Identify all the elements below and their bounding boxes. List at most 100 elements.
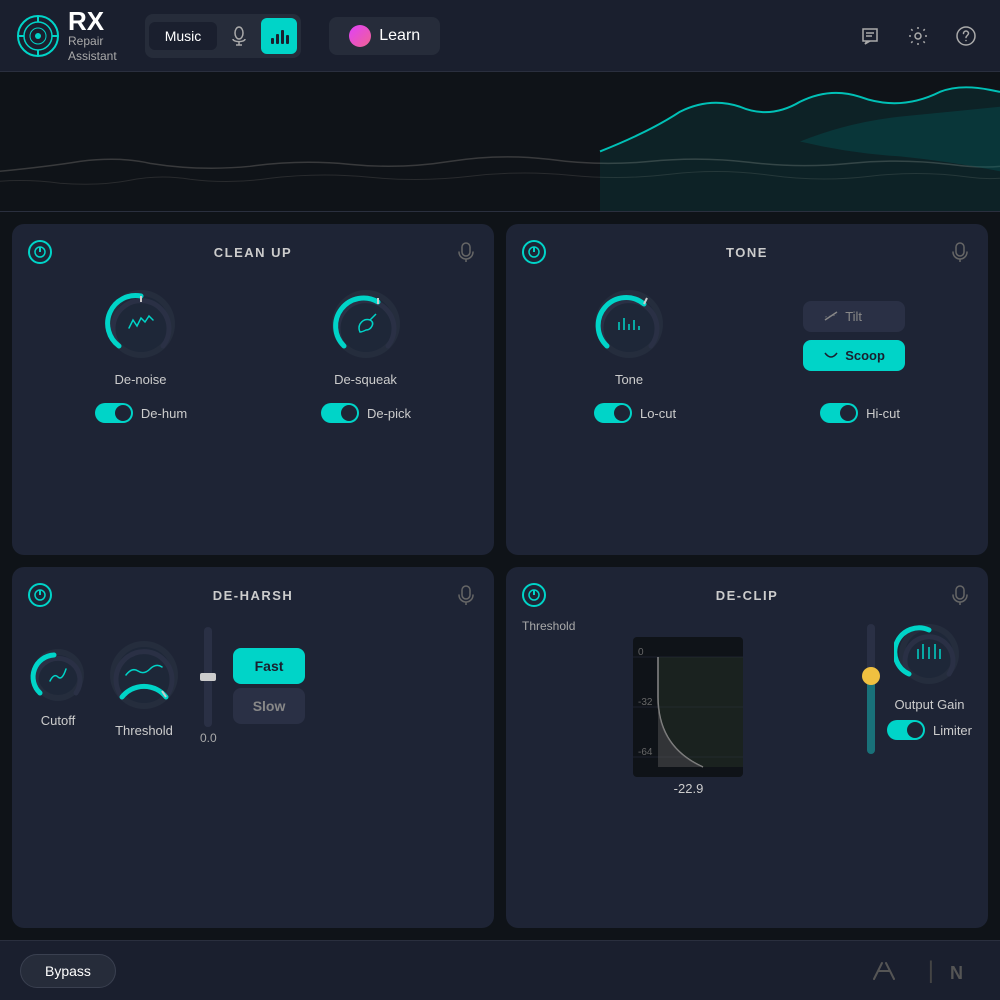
declip-graph: 0 -32 -64 bbox=[633, 637, 743, 777]
dehum-label: De-hum bbox=[141, 406, 187, 421]
tone-knob[interactable] bbox=[589, 284, 669, 364]
svg-text:-64: -64 bbox=[638, 747, 653, 758]
deharsh-value: 0.0 bbox=[200, 731, 217, 745]
deharsh-slider-track bbox=[204, 627, 212, 727]
tone-toggles: Lo-cut Hi-cut bbox=[522, 403, 972, 423]
declip-threshold-value: -22.9 bbox=[674, 781, 704, 796]
cutoff-knob[interactable] bbox=[28, 645, 88, 705]
tone-power-button[interactable] bbox=[522, 240, 546, 264]
deharsh-slider-fill bbox=[204, 677, 212, 727]
tone-panel: TONE bbox=[506, 224, 988, 555]
cleanup-listen-button[interactable] bbox=[454, 240, 478, 264]
tone-header: TONE bbox=[522, 240, 972, 264]
declip-slider-handle[interactable] bbox=[862, 667, 880, 685]
svg-text:N: N bbox=[950, 963, 963, 983]
tone-knob-label: Tone bbox=[615, 372, 643, 387]
scoop-label: Scoop bbox=[845, 348, 885, 363]
learn-button[interactable]: Learn bbox=[329, 17, 440, 55]
declip-panel: DE-CLIP Threshold bbox=[506, 567, 988, 928]
declip-slider-track bbox=[867, 624, 875, 754]
denoise-knob[interactable] bbox=[101, 284, 181, 364]
learn-label: Learn bbox=[379, 27, 420, 45]
help-button[interactable] bbox=[948, 18, 984, 54]
deharsh-slider-area: 0.0 bbox=[200, 627, 217, 745]
footer-divider: | bbox=[928, 957, 934, 985]
deharsh-panel: DE-HARSH bbox=[12, 567, 494, 928]
desqueak-knob[interactable] bbox=[326, 284, 406, 364]
tone-listen-button[interactable] bbox=[948, 240, 972, 264]
cleanup-knobs: De-noise De-squeak bbox=[28, 276, 478, 395]
vocal-mode-button[interactable] bbox=[221, 18, 257, 54]
stem-mode-button[interactable] bbox=[261, 18, 297, 54]
learn-dot-icon bbox=[349, 25, 371, 47]
waveform-svg bbox=[0, 72, 1000, 211]
denoise-knob-container: De-noise bbox=[101, 284, 181, 387]
locut-label: Lo-cut bbox=[640, 406, 676, 421]
fast-button[interactable]: Fast bbox=[233, 648, 306, 684]
cleanup-header: CLEAN UP bbox=[28, 240, 478, 264]
deharsh-header: DE-HARSH bbox=[28, 583, 478, 607]
output-gain-label: Output Gain bbox=[894, 697, 964, 712]
izotope-logo-icon bbox=[872, 959, 912, 983]
cleanup-title: CLEAN UP bbox=[52, 245, 454, 260]
desqueak-label: De-squeak bbox=[334, 372, 397, 387]
svg-text:0: 0 bbox=[638, 647, 644, 658]
tone-knob-container: Tone bbox=[589, 284, 669, 387]
declip-graph-svg: 0 -32 -64 bbox=[633, 637, 743, 777]
tone-title: TONE bbox=[546, 245, 948, 260]
chat-button[interactable] bbox=[852, 18, 888, 54]
tone-content: Tone Tilt Scoop bbox=[522, 276, 972, 395]
output-gain-knob[interactable] bbox=[894, 619, 964, 689]
bypass-button[interactable]: Bypass bbox=[20, 954, 116, 988]
slow-button[interactable]: Slow bbox=[233, 688, 306, 724]
depick-toggle[interactable] bbox=[321, 403, 359, 423]
logo-text: RX Repair Assistant bbox=[68, 8, 117, 63]
logo-rx-label: RX bbox=[68, 8, 117, 34]
waveform-area[interactable] bbox=[0, 72, 1000, 212]
rx-logo-icon bbox=[16, 14, 60, 58]
declip-graph-area: Threshold 0 -32 -64 bbox=[522, 619, 855, 796]
panels-container: CLEAN UP bbox=[0, 212, 1000, 940]
declip-content: Threshold 0 -32 -64 bbox=[522, 619, 972, 796]
declip-title: DE-CLIP bbox=[546, 588, 948, 603]
dehum-toggle[interactable] bbox=[95, 403, 133, 423]
cleanup-power-button[interactable] bbox=[28, 240, 52, 264]
hicut-toggle[interactable] bbox=[820, 403, 858, 423]
limiter-toggle[interactable] bbox=[887, 720, 925, 740]
declip-listen-button[interactable] bbox=[948, 583, 972, 607]
deharsh-slider-handle[interactable] bbox=[200, 673, 216, 681]
threshold-knob-label: Threshold bbox=[115, 723, 173, 738]
locut-toggle[interactable] bbox=[594, 403, 632, 423]
cutoff-knob-container: Cutoff bbox=[28, 645, 88, 728]
tone-eq-buttons: Tilt Scoop bbox=[803, 301, 905, 371]
deharsh-listen-button[interactable] bbox=[454, 583, 478, 607]
logo-area: RX Repair Assistant bbox=[16, 8, 117, 63]
settings-button[interactable] bbox=[900, 18, 936, 54]
declip-slider-fill bbox=[867, 676, 875, 754]
output-gain-knob-container: Output Gain bbox=[894, 619, 964, 712]
deharsh-power-button[interactable] bbox=[28, 583, 52, 607]
logo-subtitle: Repair Assistant bbox=[68, 34, 117, 63]
scoop-button[interactable]: Scoop bbox=[803, 340, 905, 371]
tilt-button[interactable]: Tilt bbox=[803, 301, 905, 332]
limiter-toggle-item: Limiter bbox=[887, 720, 972, 740]
depick-toggle-item: De-pick bbox=[321, 403, 411, 423]
declip-slider-container bbox=[867, 619, 875, 759]
dehum-toggle-item: De-hum bbox=[95, 403, 187, 423]
cutoff-label: Cutoff bbox=[41, 713, 75, 728]
threshold-knob-container: Threshold bbox=[104, 635, 184, 738]
declip-power-button[interactable] bbox=[522, 583, 546, 607]
locut-toggle-item: Lo-cut bbox=[594, 403, 676, 423]
threshold-knob[interactable] bbox=[104, 635, 184, 715]
cleanup-panel: CLEAN UP bbox=[12, 224, 494, 555]
footer-logos: | N bbox=[872, 957, 980, 985]
deharsh-content: Cutoff Threshold bbox=[28, 619, 478, 753]
music-mode-button[interactable]: Music bbox=[149, 22, 218, 50]
footer: Bypass | N bbox=[0, 940, 1000, 1000]
tilt-label: Tilt bbox=[845, 309, 862, 324]
header: RX Repair Assistant Music bbox=[0, 0, 1000, 72]
desqueak-knob-container: De-squeak bbox=[326, 284, 406, 387]
speed-buttons: Fast Slow bbox=[233, 648, 306, 724]
hicut-label: Hi-cut bbox=[866, 406, 900, 421]
cleanup-toggles: De-hum De-pick bbox=[28, 403, 478, 423]
